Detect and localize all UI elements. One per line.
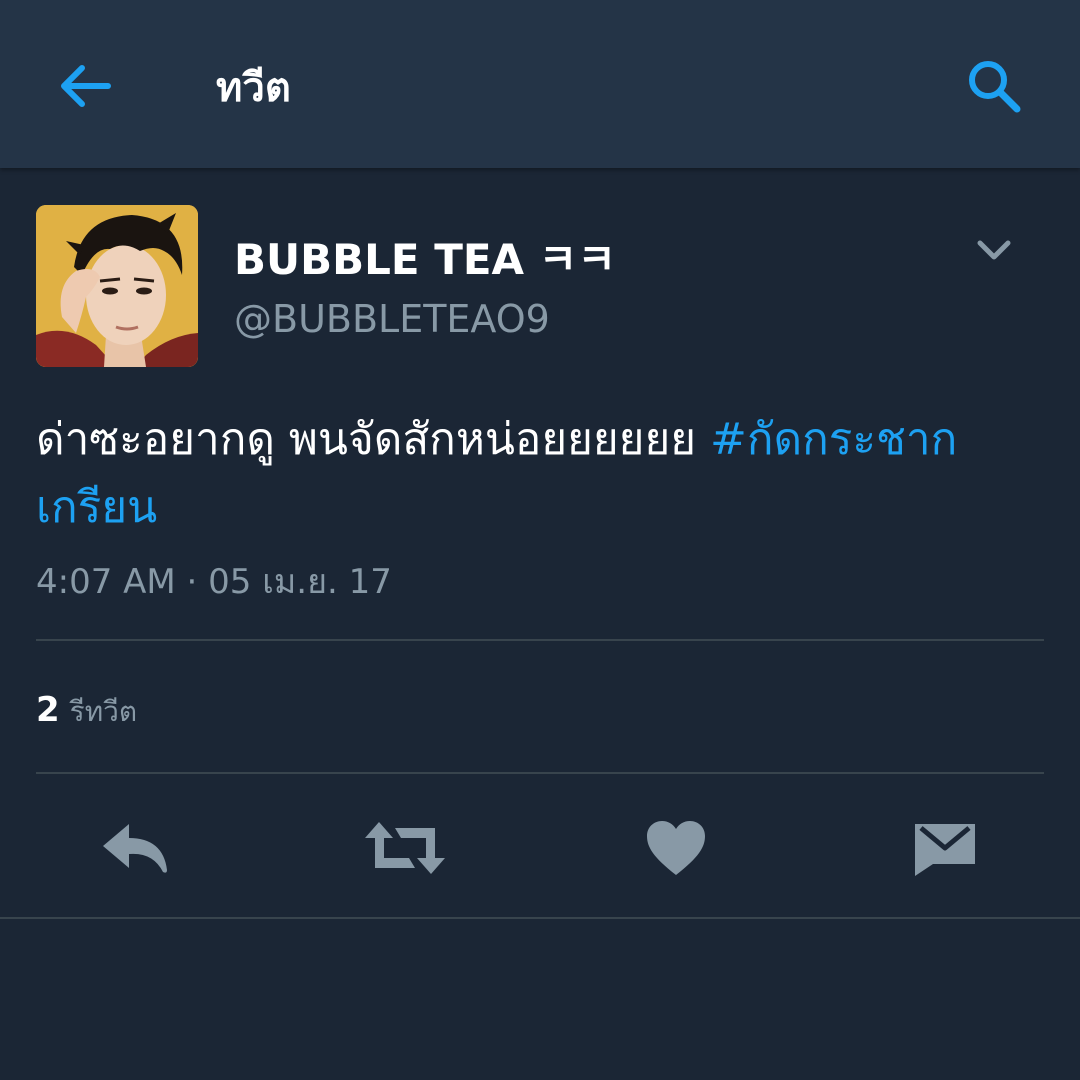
tweet-body: ด่าซะอยากดู พนจัดสักหน่อยยยยยย bbox=[36, 414, 697, 465]
heart-icon bbox=[647, 821, 705, 875]
tweet-text: ด่าซะอยากดู พนจัดสักหน่อยยยยยย #กัดกระชา… bbox=[36, 406, 1036, 542]
arrow-left-icon bbox=[61, 65, 111, 107]
retweet-count: 2 bbox=[36, 690, 60, 730]
profile-photo bbox=[36, 205, 198, 367]
retweet-button[interactable] bbox=[360, 808, 450, 888]
reply-icon bbox=[103, 824, 167, 873]
user-handle[interactable]: @BUBBLETEAO9 bbox=[234, 294, 550, 344]
tweet-detail-screen: ทวีต BUBBLE TEA ㅋㅋ @BUBBLETEAO9 ด่าซะอยา… bbox=[0, 0, 1080, 1080]
retweet-label: รีทวีต bbox=[69, 695, 138, 728]
envelope-icon bbox=[915, 824, 975, 876]
search-button[interactable] bbox=[960, 54, 1028, 118]
display-name[interactable]: BUBBLE TEA ㅋㅋ bbox=[234, 232, 616, 288]
retweet-stats[interactable]: 2 รีทวีต bbox=[36, 686, 137, 740]
search-icon bbox=[969, 61, 1021, 113]
divider bbox=[36, 772, 1044, 774]
divider bbox=[0, 917, 1080, 919]
like-button[interactable] bbox=[631, 808, 721, 888]
back-button[interactable] bbox=[52, 56, 116, 116]
tweet-timestamp: 4:07 AM · 05 เม.ย. 17 bbox=[36, 562, 392, 602]
direct-message-button[interactable] bbox=[900, 808, 990, 888]
retweet-icon bbox=[365, 822, 445, 874]
divider bbox=[36, 639, 1044, 641]
reply-button[interactable] bbox=[90, 808, 180, 888]
avatar[interactable] bbox=[36, 205, 198, 367]
chevron-down-icon bbox=[977, 240, 1011, 260]
top-app-bar: ทวีต bbox=[0, 0, 1080, 168]
more-options-button[interactable] bbox=[966, 226, 1022, 274]
page-title: ทวีต bbox=[216, 65, 291, 111]
